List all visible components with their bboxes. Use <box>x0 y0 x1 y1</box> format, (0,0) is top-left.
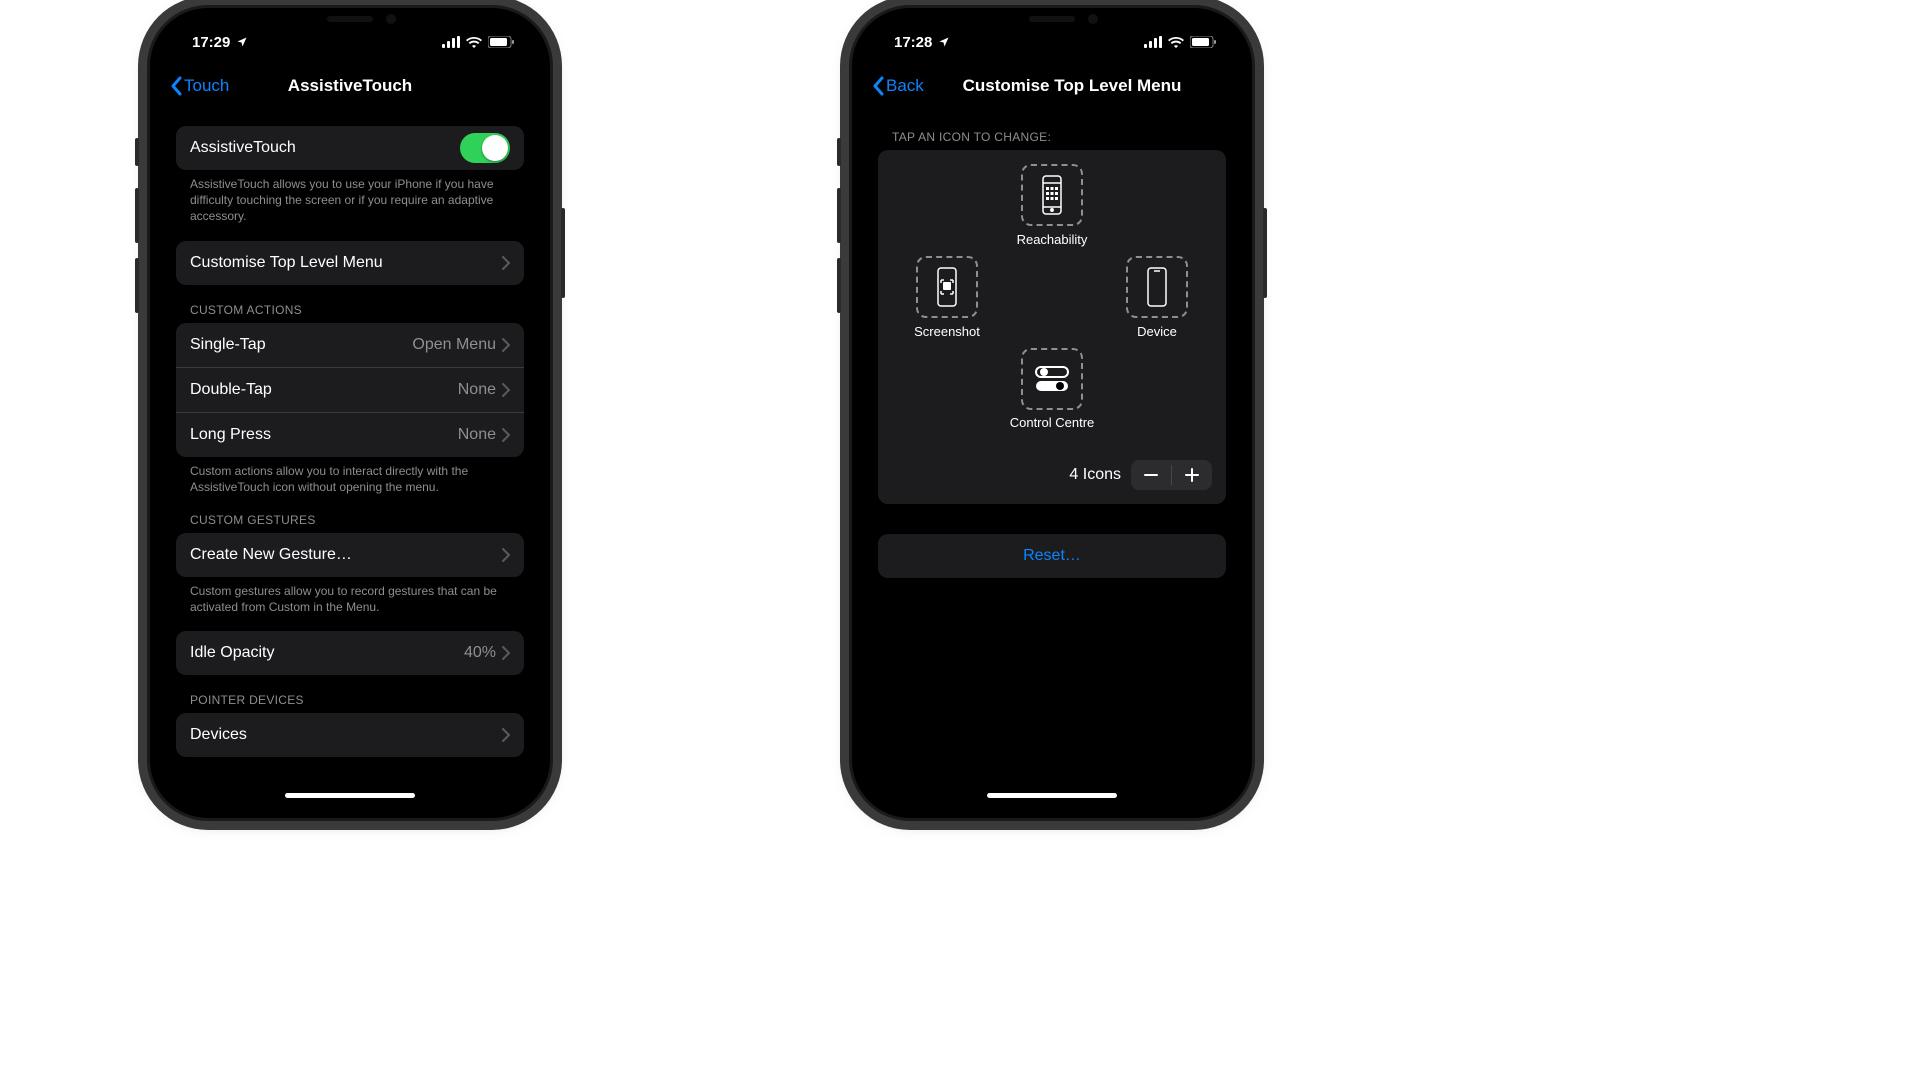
chevron-right-icon <box>502 256 510 270</box>
devices-row[interactable]: Devices <box>176 713 524 757</box>
icon-device[interactable]: Device <box>1112 256 1202 339</box>
nav-back-label: Back <box>886 76 924 96</box>
idle-opacity-row[interactable]: Idle Opacity 40% <box>176 631 524 675</box>
assistivetouch-footer: AssistiveTouch allows you to use your iP… <box>176 170 524 225</box>
icon-label: Control Centre <box>1007 416 1097 431</box>
icon-label: Reachability <box>1007 232 1097 247</box>
reset-button[interactable]: Reset… <box>878 534 1226 578</box>
pointer-devices-header: POINTER DEVICES <box>176 675 524 713</box>
idle-opacity-value: 40% <box>464 644 496 662</box>
nav-back-button[interactable]: Back <box>864 76 924 96</box>
cellular-icon <box>442 36 460 48</box>
home-indicator[interactable] <box>285 793 415 798</box>
icon-label: Screenshot <box>902 324 992 339</box>
status-time: 17:28 <box>894 34 932 51</box>
icon-count-label: 4 Icons <box>1069 466 1121 484</box>
customise-menu-row[interactable]: Customise Top Level Menu <box>176 241 524 285</box>
double-tap-value: None <box>458 381 496 399</box>
battery-icon <box>1190 36 1216 48</box>
custom-actions-footer: Custom actions allow you to interact dir… <box>176 457 524 495</box>
minus-icon <box>1144 474 1158 476</box>
assistivetouch-toggle-row[interactable]: AssistiveTouch <box>176 126 524 170</box>
double-tap-row[interactable]: Double-Tap None <box>176 367 524 412</box>
device-icon <box>1145 267 1169 307</box>
create-gesture-row[interactable]: Create New Gesture… <box>176 533 524 577</box>
nav-title: Customise Top Level Menu <box>904 76 1240 96</box>
single-tap-value: Open Menu <box>412 336 496 354</box>
plus-icon <box>1185 468 1199 482</box>
phone-assistivetouch: 17:29 Touch AssistiveTouch <box>150 8 550 818</box>
reachability-icon <box>1040 175 1064 215</box>
chevron-left-icon <box>170 76 182 96</box>
chevron-right-icon <box>502 728 510 742</box>
single-tap-label: Single-Tap <box>190 336 412 354</box>
long-press-label: Long Press <box>190 426 458 444</box>
custom-gestures-header: CUSTOM GESTURES <box>176 495 524 533</box>
wifi-icon <box>466 36 482 48</box>
tap-icon-header: TAP AN ICON TO CHANGE: <box>878 108 1226 150</box>
chevron-right-icon <box>502 428 510 442</box>
cellular-icon <box>1144 36 1162 48</box>
icon-label: Device <box>1112 324 1202 339</box>
icon-count-stepper[interactable] <box>1131 460 1212 490</box>
idle-opacity-label: Idle Opacity <box>190 644 464 662</box>
stepper-plus-button[interactable] <box>1172 460 1212 490</box>
icon-screenshot[interactable]: Screenshot <box>902 256 992 339</box>
control-centre-icon <box>1034 364 1070 394</box>
customise-menu-label: Customise Top Level Menu <box>190 254 502 272</box>
chevron-right-icon <box>502 548 510 562</box>
icon-grid: Reachability Screenshot De <box>878 150 1226 504</box>
stepper-minus-button[interactable] <box>1131 460 1171 490</box>
custom-gestures-footer: Custom gestures allow you to record gest… <box>176 577 524 615</box>
single-tap-row[interactable]: Single-Tap Open Menu <box>176 323 524 367</box>
icon-control-centre[interactable]: Control Centre <box>1007 348 1097 431</box>
long-press-row[interactable]: Long Press None <box>176 412 524 457</box>
reset-label: Reset… <box>1023 547 1081 565</box>
long-press-value: None <box>458 426 496 444</box>
chevron-right-icon <box>502 338 510 352</box>
chevron-right-icon <box>502 646 510 660</box>
assistivetouch-toggle[interactable] <box>460 133 510 163</box>
battery-icon <box>488 36 514 48</box>
nav-bar: Back Customise Top Level Menu <box>864 64 1240 108</box>
location-icon <box>236 36 248 48</box>
nav-bar: Touch AssistiveTouch <box>162 64 538 108</box>
screenshot-icon <box>935 267 959 307</box>
status-time: 17:29 <box>192 34 230 51</box>
nav-back-button[interactable]: Touch <box>162 76 229 96</box>
custom-actions-header: CUSTOM ACTIONS <box>176 285 524 323</box>
chevron-right-icon <box>502 383 510 397</box>
home-indicator[interactable] <box>987 793 1117 798</box>
chevron-left-icon <box>872 76 884 96</box>
phone-customise-menu: 17:28 Back Customise Top Level Menu TAP … <box>852 8 1252 818</box>
double-tap-label: Double-Tap <box>190 381 458 399</box>
wifi-icon <box>1168 36 1184 48</box>
icon-reachability[interactable]: Reachability <box>1007 164 1097 247</box>
create-gesture-label: Create New Gesture… <box>190 546 502 564</box>
devices-label: Devices <box>190 726 502 744</box>
assistivetouch-toggle-label: AssistiveTouch <box>190 139 460 157</box>
location-icon <box>938 36 950 48</box>
nav-back-label: Touch <box>184 76 229 96</box>
